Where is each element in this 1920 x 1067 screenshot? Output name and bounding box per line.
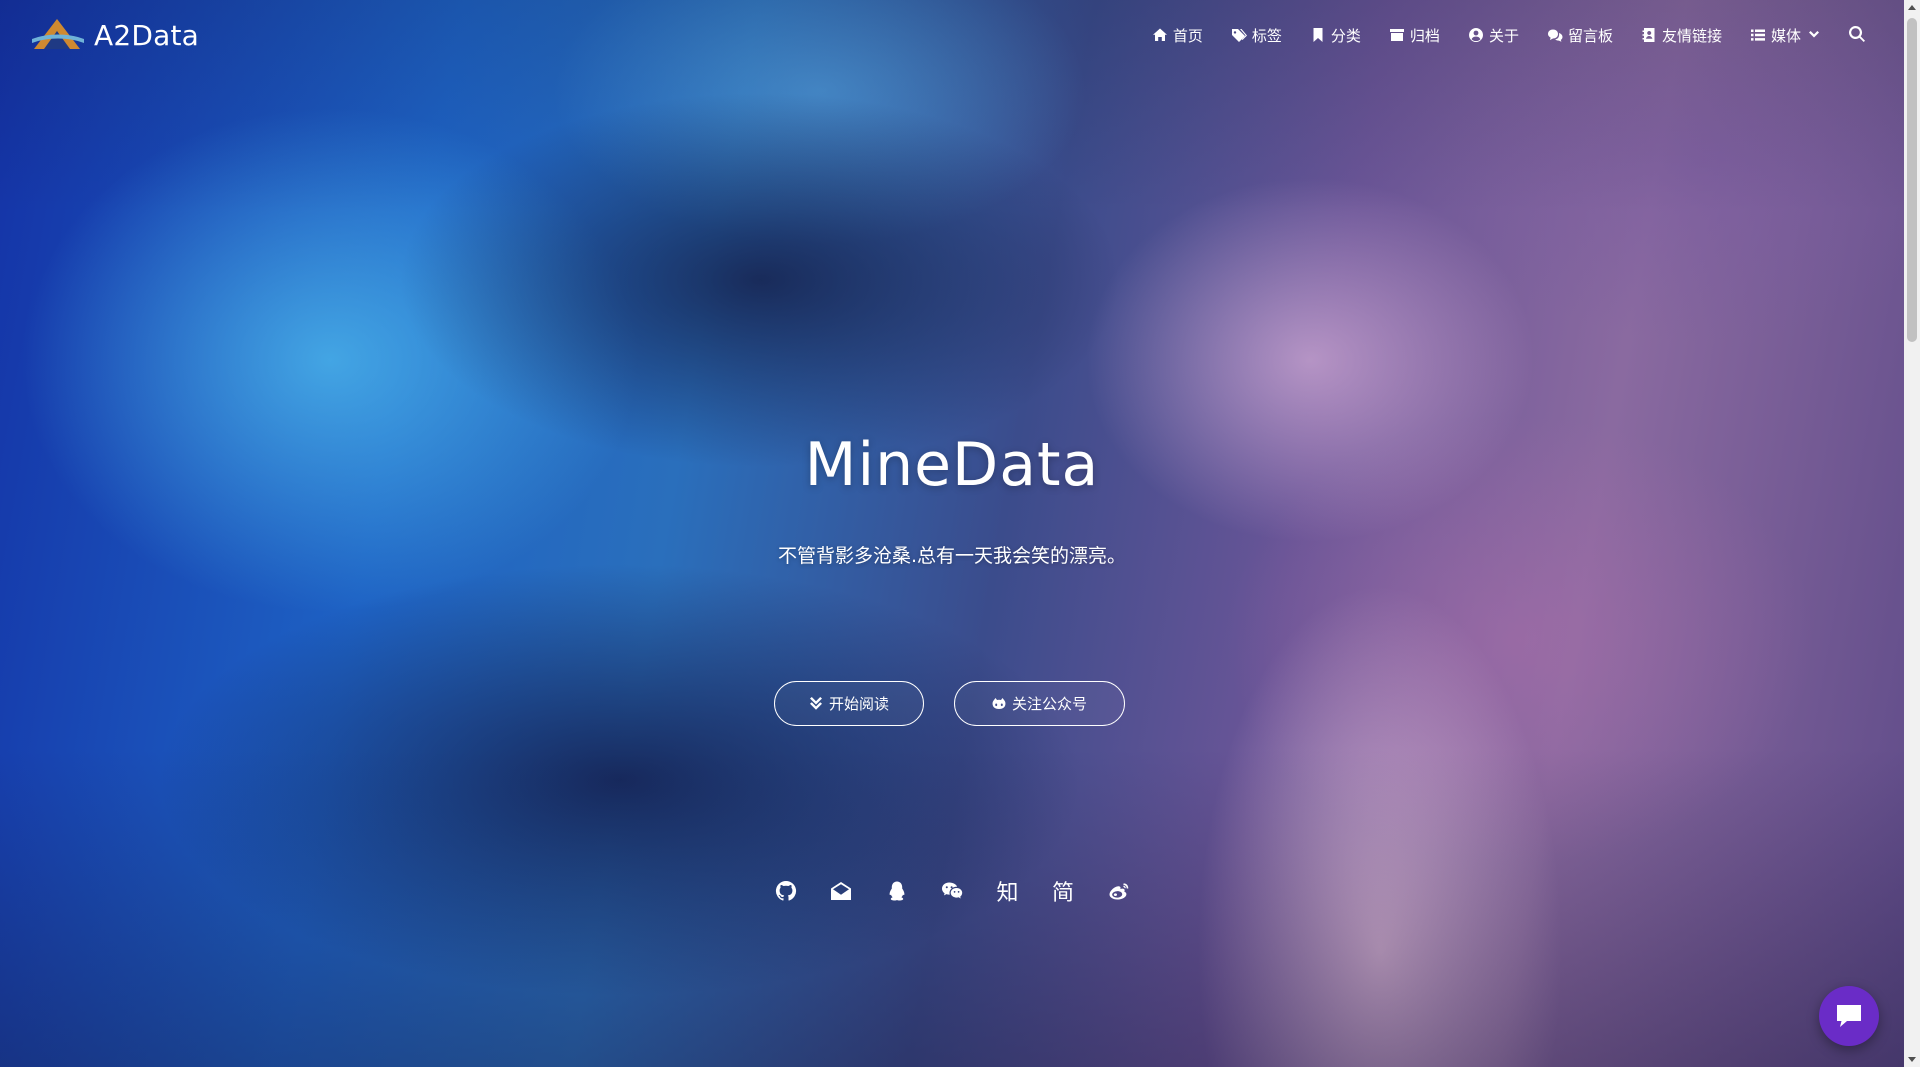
social-zhihu[interactable]: 知	[980, 874, 1036, 908]
follow-account-label: 关注公众号	[1011, 695, 1087, 713]
scroll-up-arrow[interactable]	[1908, 5, 1916, 10]
jianshu-text-icon: 简	[1051, 881, 1074, 906]
start-reading-button[interactable]: 开始阅读	[774, 681, 924, 726]
github-alt-icon	[992, 697, 1006, 709]
social-wechat[interactable]	[924, 874, 980, 908]
double-chevron-down-icon	[809, 696, 822, 710]
page-scrollbar[interactable]	[1904, 0, 1920, 1067]
wechat-icon	[942, 882, 963, 899]
start-reading-label: 开始阅读	[828, 695, 889, 713]
social-qq[interactable]	[869, 874, 925, 908]
social-links: 知 简	[0, 874, 1904, 908]
follow-account-button[interactable]: 关注公众号	[954, 681, 1125, 726]
hero-title: MineData	[804, 430, 1100, 500]
social-github[interactable]	[758, 874, 814, 908]
qq-icon	[889, 881, 904, 901]
hero-buttons: 开始阅读 关注公众号	[0, 681, 1904, 726]
chat-bubble-icon	[1837, 1005, 1861, 1027]
social-email[interactable]	[813, 874, 869, 908]
scroll-down-arrow[interactable]	[1908, 1057, 1916, 1062]
social-weibo[interactable]	[1091, 874, 1147, 908]
envelope-open-icon	[831, 882, 851, 900]
social-jianshu[interactable]: 简	[1035, 874, 1091, 908]
weibo-icon	[1109, 883, 1128, 900]
zhihu-text-icon: 知	[996, 881, 1019, 906]
scroll-thumb[interactable]	[1907, 18, 1917, 342]
chat-button[interactable]	[1819, 986, 1879, 1046]
hero-subtitle: 不管背影多沧桑.总有一天我会笑的漂亮。	[777, 545, 1127, 567]
github-icon	[775, 880, 796, 901]
hero-section: MineData 不管背影多沧桑.总有一天我会笑的漂亮。 开始阅读 关注公众号 …	[0, 0, 1904, 1067]
